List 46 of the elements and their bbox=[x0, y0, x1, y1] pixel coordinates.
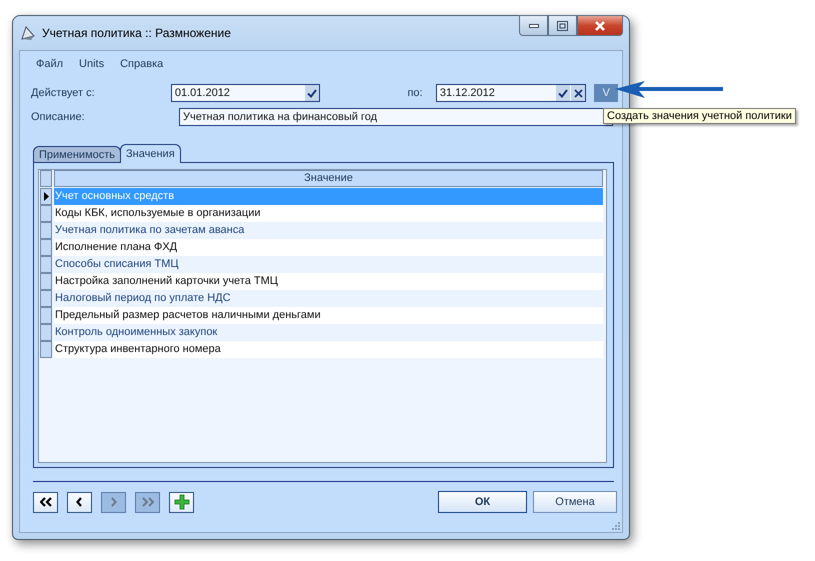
table-cell[interactable]: Контроль одноименных закупок bbox=[54, 324, 603, 341]
maximize-button[interactable] bbox=[548, 15, 577, 36]
add-button[interactable] bbox=[169, 492, 194, 512]
tab[interactable]: Применимость bbox=[33, 146, 122, 162]
row-indicator[interactable] bbox=[40, 188, 52, 205]
menu-item[interactable]: Units bbox=[73, 58, 110, 70]
app-icon bbox=[20, 25, 36, 41]
navigation-button[interactable] bbox=[33, 492, 58, 512]
field-label: по: bbox=[407, 87, 424, 99]
row-indicator bbox=[40, 170, 52, 187]
window-title: Учетная политика :: Размножение bbox=[42, 26, 231, 40]
tooltip: Создать значения учетной политики bbox=[603, 108, 796, 124]
cancel-button[interactable]: Отмена bbox=[533, 491, 617, 513]
minimize-button[interactable] bbox=[519, 15, 548, 36]
close-icon bbox=[594, 20, 606, 30]
table-cell[interactable]: Предельный размер расчетов наличными деньгами bbox=[54, 307, 603, 324]
maximize-icon bbox=[557, 20, 568, 30]
check-icon[interactable] bbox=[556, 85, 570, 101]
table-cell[interactable]: Налоговый период по уплате НДС bbox=[54, 290, 603, 307]
clear-icon[interactable] bbox=[571, 85, 586, 101]
tab[interactable]: Значения bbox=[120, 144, 181, 163]
field-label: Описание: bbox=[31, 111, 86, 123]
table-cell[interactable]: Учетная политика по зачетам аванса bbox=[54, 222, 603, 239]
field-label: Действует с: bbox=[31, 87, 96, 99]
table-cell[interactable]: Структура инвентарного номера bbox=[54, 341, 603, 358]
double-left-chevron-icon bbox=[40, 497, 52, 507]
date-field[interactable]: 31.12.2012 bbox=[436, 84, 586, 102]
menu-item[interactable]: Файл bbox=[30, 58, 70, 70]
resize-grip-icon bbox=[610, 520, 620, 530]
double-right-chevron-icon bbox=[142, 497, 154, 507]
table-cell[interactable]: Коды КБК, используемые в организации bbox=[54, 205, 603, 222]
navigation-button[interactable] bbox=[67, 492, 92, 512]
left-chevron-icon bbox=[76, 497, 83, 507]
column-header[interactable]: Значение bbox=[54, 170, 603, 187]
table-cell[interactable]: Настройка заполнений карточки учета ТМЦ bbox=[54, 273, 603, 290]
minimize-icon bbox=[528, 24, 538, 28]
menu-item[interactable]: Справка bbox=[114, 58, 170, 70]
right-chevron-icon bbox=[110, 497, 117, 507]
date-field[interactable]: 01.01.2012 bbox=[170, 84, 320, 102]
plus-icon bbox=[174, 494, 190, 510]
table-cell[interactable]: Способы списания ТМЦ bbox=[54, 256, 603, 273]
close-button[interactable] bbox=[577, 15, 623, 36]
ok-button[interactable]: ОК bbox=[438, 491, 527, 513]
table-cell[interactable]: Исполнение плана ФХД bbox=[54, 239, 603, 256]
check-icon[interactable] bbox=[305, 85, 320, 101]
arrow-icon bbox=[615, 80, 725, 100]
